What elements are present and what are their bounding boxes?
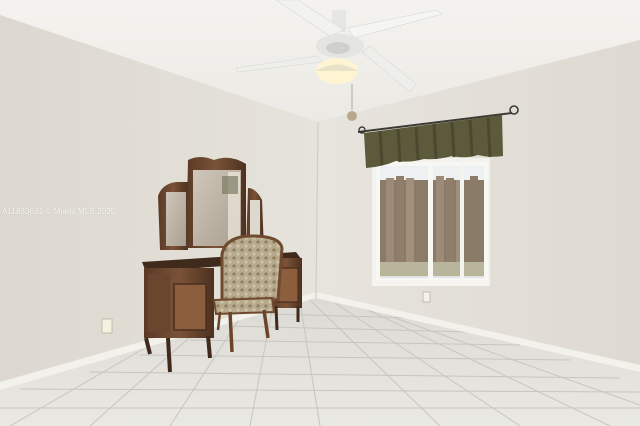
wall-outlet-back [422,291,431,303]
mls-watermark: A11833631 © Miami MLS 2025 [2,207,116,216]
room-photo: A11833631 © Miami MLS 2025 [0,0,640,426]
window [372,158,490,286]
wall-outlet-left [101,318,113,334]
